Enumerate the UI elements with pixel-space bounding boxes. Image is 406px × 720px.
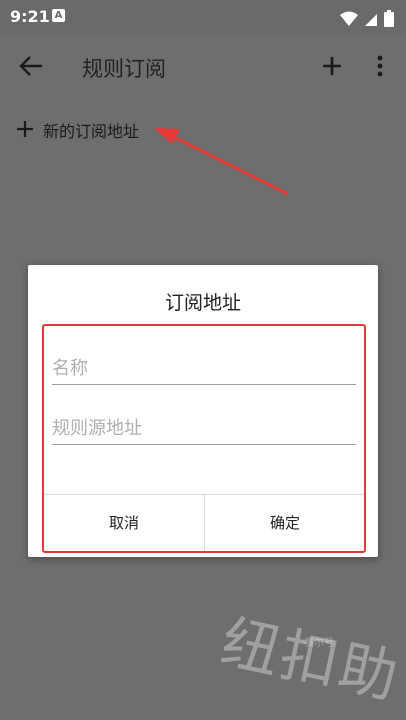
dialog-title: 订阅地址 [164,292,241,314]
plus-icon[interactable] [320,54,344,78]
status-icons [339,8,394,27]
watermark-small-text: 赛尔号 [304,638,334,649]
more-vert-icon[interactable] [372,54,388,78]
name-input[interactable] [52,352,356,385]
new-subscription-label: 新的订阅地址 [43,122,140,141]
subscription-dialog: 订阅地址 取消 确定 [28,265,378,557]
app-bar: 规则订阅 [0,34,406,98]
page-title: 规则订阅 [82,57,166,81]
back-arrow-icon[interactable] [18,54,44,78]
annotation-arrow-icon [154,128,289,196]
wifi-icon [339,11,358,26]
status-time: 9:21 [10,7,50,26]
rule-source-url-input[interactable] [52,412,356,445]
status-bar: 9:21 A [0,0,406,34]
confirm-button[interactable]: 确定 [205,494,365,551]
highlight-box: 取消 确定 [42,324,366,553]
add-icon [17,121,33,137]
signal-icon [364,13,377,26]
watermark-text: 纽扣助 [215,607,406,712]
cancel-button[interactable]: 取消 [44,494,204,551]
battery-icon [384,10,394,27]
notification-a-icon: A [52,9,65,22]
